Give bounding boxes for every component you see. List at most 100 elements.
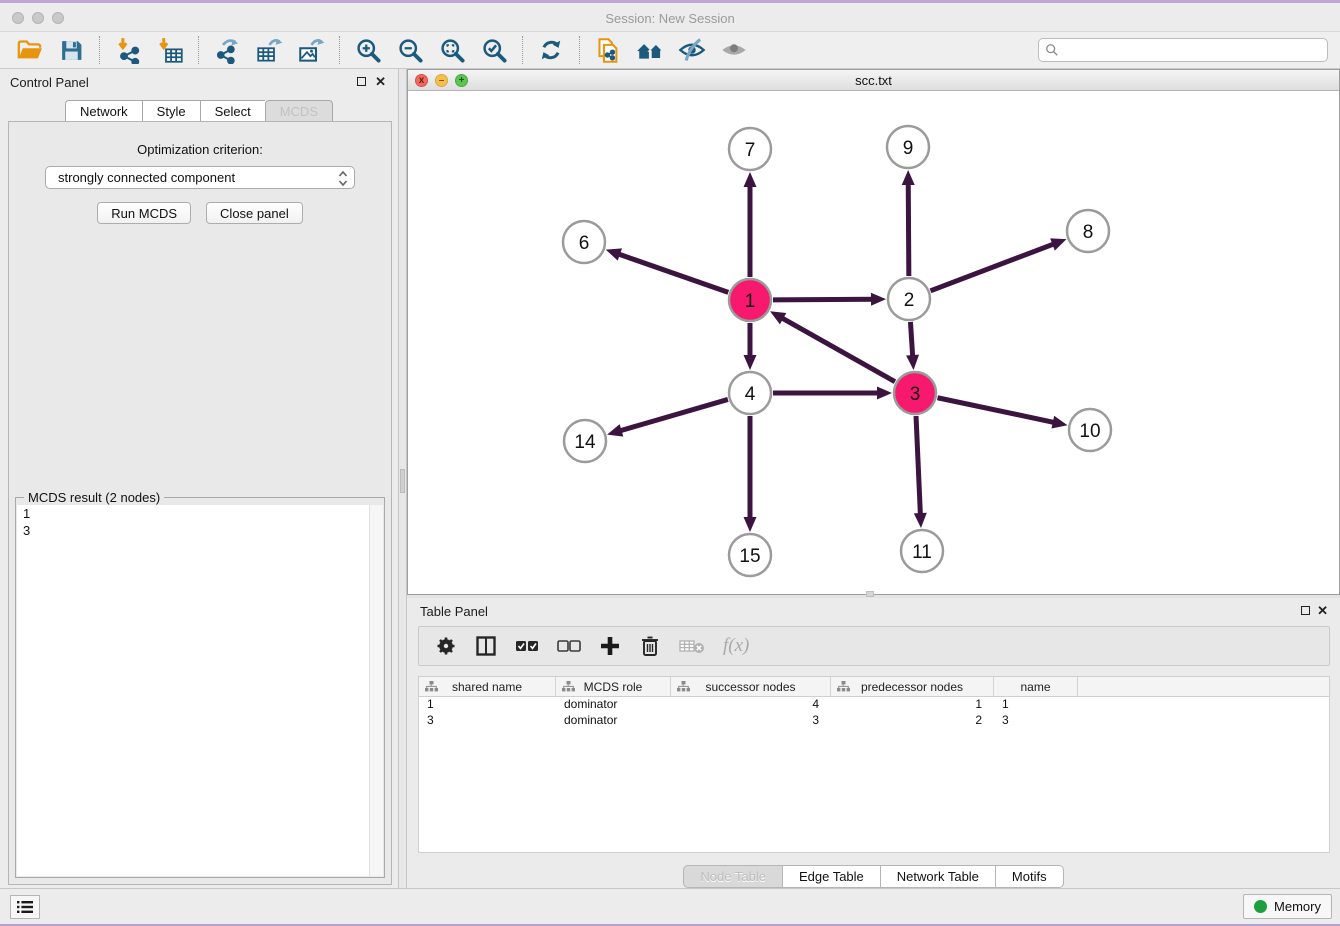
close-panel-button[interactable]: Close panel [206, 202, 303, 224]
mcds-result-text-area[interactable]: 1 3 [17, 505, 383, 876]
graph-node-8[interactable]: 8 [1067, 210, 1109, 252]
toolbar-separator [198, 36, 199, 64]
control-panel-float-icon[interactable] [357, 75, 366, 88]
tab-edge-table[interactable]: Edge Table [782, 865, 880, 888]
column-header-shared-name[interactable]: shared name [419, 677, 556, 696]
optimization-criterion-select[interactable]: strongly connected component [45, 166, 355, 189]
graph-node-3[interactable]: 3 [894, 372, 936, 414]
table-panel-close-icon[interactable]: ✕ [1317, 604, 1328, 617]
graph-edge[interactable] [938, 398, 1056, 423]
tab-network-table[interactable]: Network Table [880, 865, 995, 888]
split-view-button[interactable] [475, 633, 497, 659]
import-table-button[interactable] [149, 34, 191, 66]
graph-node-4[interactable]: 4 [729, 372, 771, 414]
graph-node-9[interactable]: 9 [887, 126, 929, 168]
zoom-in-button[interactable] [347, 34, 389, 66]
graph-node-14[interactable]: 14 [564, 420, 606, 462]
graph-node-1[interactable]: 1 [729, 279, 771, 321]
unselect-all-columns-button[interactable] [557, 633, 581, 659]
graph-node-15[interactable]: 15 [729, 534, 771, 576]
graph-node-label: 3 [910, 384, 921, 405]
memory-status-icon [1254, 900, 1267, 913]
tab-motifs[interactable]: Motifs [995, 865, 1064, 888]
cell-mcds-role[interactable]: dominator [556, 697, 671, 713]
cell-successor-nodes[interactable]: 4 [671, 697, 831, 713]
run-mcds-button[interactable]: Run MCDS [97, 202, 191, 224]
graph-edge[interactable] [931, 243, 1056, 290]
column-header-successor-nodes[interactable]: successor nodes [671, 677, 831, 696]
cell-predecessor-nodes[interactable]: 2 [831, 713, 994, 729]
task-history-button[interactable] [10, 895, 40, 919]
mcds-result-line: 3 [17, 522, 383, 539]
tab-network[interactable]: Network [65, 100, 142, 122]
show-all-button[interactable] [713, 34, 755, 66]
first-neighbors-button[interactable] [629, 34, 671, 66]
memory-button[interactable]: Memory [1243, 894, 1332, 919]
hide-selected-button[interactable] [671, 34, 713, 66]
import-network-button[interactable] [107, 34, 149, 66]
mcds-result-title: MCDS result (2 nodes) [24, 490, 164, 505]
graph-edge[interactable] [617, 254, 728, 293]
column-header-mcds-role[interactable]: MCDS role [556, 677, 671, 696]
control-panel-close-icon[interactable]: ✕ [375, 75, 386, 88]
delete-table-button[interactable] [679, 633, 705, 659]
export-network-button[interactable] [206, 34, 248, 66]
vertical-splitter[interactable] [398, 69, 407, 893]
graph-node-11[interactable]: 11 [901, 530, 943, 572]
table-settings-button[interactable] [435, 633, 457, 659]
column-header-predecessor-nodes[interactable]: predecessor nodes [831, 677, 994, 696]
graph-edge[interactable] [773, 299, 874, 300]
table-panel-float-icon[interactable] [1301, 604, 1310, 617]
zoom-fit-button[interactable] [431, 34, 473, 66]
table-row[interactable]: 1 dominator 4 1 1 [419, 697, 1329, 713]
save-session-button[interactable] [50, 34, 92, 66]
cell-successor-nodes[interactable]: 3 [671, 713, 831, 729]
cell-predecessor-nodes[interactable]: 1 [831, 697, 994, 713]
graph-edge[interactable] [780, 317, 894, 382]
result-scrollbar[interactable] [369, 505, 383, 876]
cell-shared-name[interactable]: 3 [419, 713, 556, 729]
cell-mcds-role[interactable]: dominator [556, 713, 671, 729]
clone-network-button[interactable] [587, 34, 629, 66]
splitter-handle[interactable] [400, 469, 405, 493]
graph-node-label: 9 [903, 138, 914, 159]
apply-layout-button[interactable] [530, 34, 572, 66]
graph-edge-arrowhead [914, 513, 927, 528]
cell-name[interactable]: 1 [994, 697, 1078, 713]
show-all-icon [720, 36, 748, 64]
network-canvas[interactable]: 7 9 6 8 1 2 4 3 14 10 15 11 [408, 92, 1339, 594]
export-image-button[interactable] [290, 34, 332, 66]
graph-node-7[interactable]: 7 [729, 128, 771, 170]
search-field-wrap [1038, 38, 1328, 62]
network-window-titlebar[interactable]: x – + scc.txt [408, 70, 1339, 91]
window-titlebar: Session: New Session [0, 6, 1340, 31]
select-all-columns-button[interactable] [515, 633, 539, 659]
zoom-fit-icon [439, 37, 466, 64]
search-input[interactable] [1038, 38, 1328, 62]
splitter-grip[interactable] [866, 591, 874, 597]
zoom-selected-button[interactable] [473, 34, 515, 66]
cell-name[interactable]: 3 [994, 713, 1078, 729]
column-header-name[interactable]: name [994, 677, 1078, 696]
graph-edge[interactable] [908, 182, 909, 276]
graph-node-2[interactable]: 2 [888, 278, 930, 320]
add-column-button[interactable] [599, 633, 621, 659]
window-title: Session: New Session [0, 11, 1340, 26]
zoom-out-button[interactable] [389, 34, 431, 66]
function-builder-button[interactable]: f(x) [723, 633, 749, 659]
graph-edge[interactable] [619, 399, 728, 431]
table-row[interactable]: 3 dominator 3 2 3 [419, 713, 1329, 729]
export-table-button[interactable] [248, 34, 290, 66]
tab-select[interactable]: Select [200, 100, 265, 122]
cell-shared-name[interactable]: 1 [419, 697, 556, 713]
graph-edge[interactable] [910, 322, 912, 358]
delete-column-button[interactable] [639, 633, 661, 659]
graph-node-6[interactable]: 6 [563, 221, 605, 263]
tab-node-table[interactable]: Node Table [683, 865, 782, 888]
tab-style[interactable]: Style [142, 100, 200, 122]
open-file-button[interactable] [8, 34, 50, 66]
graph-edge[interactable] [916, 416, 920, 516]
graph-node-10[interactable]: 10 [1069, 409, 1111, 451]
tab-mcds[interactable]: MCDS [265, 100, 333, 122]
network-graph: 7 9 6 8 1 2 4 3 14 10 15 11 [408, 92, 1339, 594]
